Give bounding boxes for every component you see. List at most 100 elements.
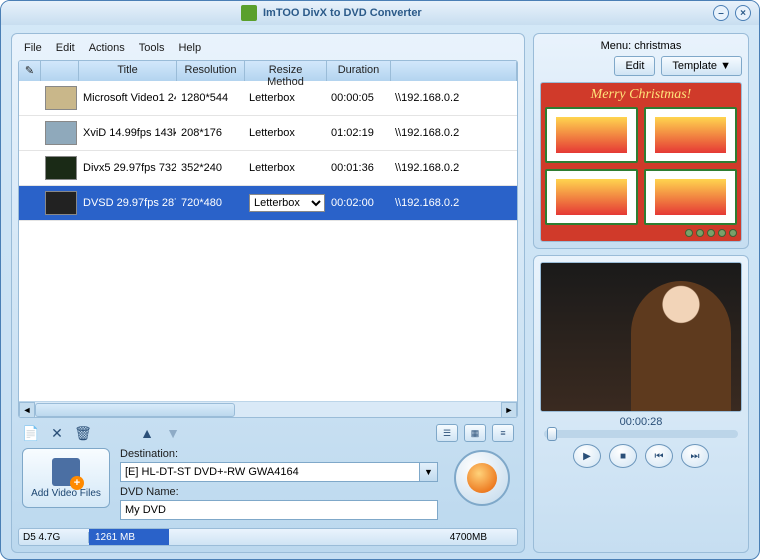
scroll-right-arrow[interactable]: ► [501, 402, 517, 418]
table-row[interactable]: XviD 14.99fps 143kb 208*176 Letterbox 01… [19, 116, 517, 151]
add-video-files-button[interactable]: Add Video Files [22, 448, 110, 508]
view-detail-button[interactable]: ≡ [492, 424, 514, 442]
minimize-button[interactable]: – [713, 5, 729, 21]
table-row[interactable]: Divx5 29.97fps 732k 352*240 Letterbox 00… [19, 151, 517, 186]
cell-title: Divx5 29.97fps 732k [79, 160, 177, 176]
pager-dot[interactable] [718, 229, 726, 237]
menu-edit-button[interactable]: Edit [614, 56, 655, 76]
menubar: File Edit Actions Tools Help [18, 38, 518, 60]
view-list-button[interactable]: ☰ [436, 424, 458, 442]
horizontal-scrollbar[interactable]: ◄ ► [19, 401, 517, 417]
next-button[interactable]: ⏭ [681, 444, 709, 468]
timecode: 00:00:28 [540, 416, 742, 428]
move-down-icon[interactable]: ▼ [164, 424, 182, 442]
cell-resize[interactable]: Letterbox [245, 192, 327, 214]
close-button[interactable]: × [735, 5, 751, 21]
col-resize-method[interactable]: Resize Method [245, 61, 327, 81]
pager-dot[interactable] [729, 229, 737, 237]
menu-header: Menu: christmas [540, 40, 742, 52]
table-body: Microsoft Video1 24f 1280*544 Letterbox … [19, 81, 517, 401]
status-bar: D5 4.7G 1261 MB 4700MB [18, 528, 518, 546]
window-title: ImTOO DivX to DVD Converter [263, 7, 422, 19]
menu-edit[interactable]: Edit [56, 42, 75, 54]
menu-actions[interactable]: Actions [89, 42, 125, 54]
play-button[interactable]: ▶ [573, 444, 601, 468]
cell-resize: Letterbox [245, 125, 327, 141]
cell-duration: 00:02:00 [327, 195, 391, 211]
resize-method-select[interactable]: Letterbox [249, 194, 325, 212]
video-preview[interactable] [540, 262, 742, 412]
disc-total: 4700MB [450, 532, 517, 543]
table-row[interactable]: Microsoft Video1 24f 1280*544 Letterbox … [19, 81, 517, 116]
seek-bar[interactable] [544, 430, 738, 438]
seek-knob[interactable] [547, 427, 557, 441]
menu-help[interactable]: Help [178, 42, 201, 54]
disc-type[interactable]: D5 4.7G [19, 532, 89, 543]
dvd-name-value: My DVD [125, 504, 166, 516]
cell-resolution: 208*176 [177, 125, 245, 141]
cell-location: \\192.168.0.2 [391, 90, 517, 106]
scroll-left-arrow[interactable]: ◄ [19, 402, 35, 418]
cell-resolution: 1280*544 [177, 90, 245, 106]
app-window: ImTOO DivX to DVD Converter – × File Edi… [0, 0, 760, 560]
table-row[interactable]: DVSD 29.97fps 2877 720*480 Letterbox 00:… [19, 186, 517, 221]
disc-used: 1261 MB [89, 529, 169, 545]
col-resolution[interactable]: Resolution [177, 61, 245, 81]
table-header: ✎ Title Resolution Resize Method Duratio… [19, 61, 517, 81]
menu-preview[interactable]: Merry Christmas! [540, 82, 742, 242]
player-panel: 00:00:28 ▶ ■ ⏮ ⏭ [533, 255, 749, 553]
trash-icon[interactable]: 🗑 [74, 424, 92, 442]
left-panel: File Edit Actions Tools Help ✎ Title Res… [11, 33, 525, 553]
right-panel: Menu: christmas Edit Template ▼ Merry Ch… [533, 33, 749, 553]
destination-block: Destination: [E] HL-DT-ST DVD+-RW GWA416… [120, 448, 438, 520]
cell-resize: Letterbox [245, 90, 327, 106]
cell-title: DVSD 29.97fps 2877 [79, 195, 177, 211]
cell-location: \\192.168.0.2 [391, 195, 517, 211]
move-up-icon[interactable]: ▲ [138, 424, 156, 442]
col-thumb [41, 61, 79, 81]
menu-template-button[interactable]: Template ▼ [661, 56, 742, 76]
destination-value: [E] HL-DT-ST DVD+-RW GWA4164 [125, 466, 299, 478]
video-table: ✎ Title Resolution Resize Method Duratio… [18, 60, 518, 418]
cell-duration: 00:01:36 [327, 160, 391, 176]
menu-tools[interactable]: Tools [139, 42, 165, 54]
col-edit-icon[interactable]: ✎ [19, 61, 41, 81]
content: File Edit Actions Tools Help ✎ Title Res… [1, 25, 759, 559]
cell-duration: 01:02:19 [327, 125, 391, 141]
cell-resolution: 720*480 [177, 195, 245, 211]
pager-dot[interactable] [707, 229, 715, 237]
prev-button[interactable]: ⏮ [645, 444, 673, 468]
menu-thumb[interactable] [545, 169, 638, 225]
menu-file[interactable]: File [24, 42, 42, 54]
app-icon [241, 5, 257, 21]
cell-resize: Letterbox [245, 160, 327, 176]
cell-location: \\192.168.0.2 [391, 125, 517, 141]
destination-combo[interactable]: [E] HL-DT-ST DVD+-RW GWA4164 ▼ [120, 462, 438, 482]
col-title[interactable]: Title [79, 61, 177, 81]
scroll-thumb[interactable] [35, 403, 235, 417]
mid-toolbar: 📄 ✕ 🗑 ▲ ▼ ☰ ▦ ≡ [18, 418, 518, 446]
menu-thumb[interactable] [644, 169, 737, 225]
new-list-icon[interactable]: 📄 [22, 424, 40, 442]
menu-panel: Menu: christmas Edit Template ▼ Merry Ch… [533, 33, 749, 249]
dvd-name-input[interactable]: My DVD [120, 500, 438, 520]
add-file-icon [52, 458, 80, 486]
col-location[interactable] [391, 61, 517, 81]
cell-duration: 00:00:05 [327, 90, 391, 106]
menu-thumb[interactable] [545, 107, 638, 163]
pager-dot[interactable] [696, 229, 704, 237]
burn-button[interactable] [454, 450, 510, 506]
pager-dot[interactable] [685, 229, 693, 237]
cell-title: XviD 14.99fps 143kb [79, 125, 177, 141]
menu-preview-title: Merry Christmas! [545, 87, 737, 103]
stop-button[interactable]: ■ [609, 444, 637, 468]
remove-icon[interactable]: ✕ [48, 424, 66, 442]
cell-resolution: 352*240 [177, 160, 245, 176]
titlebar: ImTOO DivX to DVD Converter – × [1, 1, 759, 25]
view-grid-button[interactable]: ▦ [464, 424, 486, 442]
destination-label: Destination: [120, 448, 438, 460]
add-video-label: Add Video Files [31, 488, 101, 499]
cell-location: \\192.168.0.2 [391, 160, 517, 176]
menu-thumb[interactable] [644, 107, 737, 163]
col-duration[interactable]: Duration [327, 61, 391, 81]
